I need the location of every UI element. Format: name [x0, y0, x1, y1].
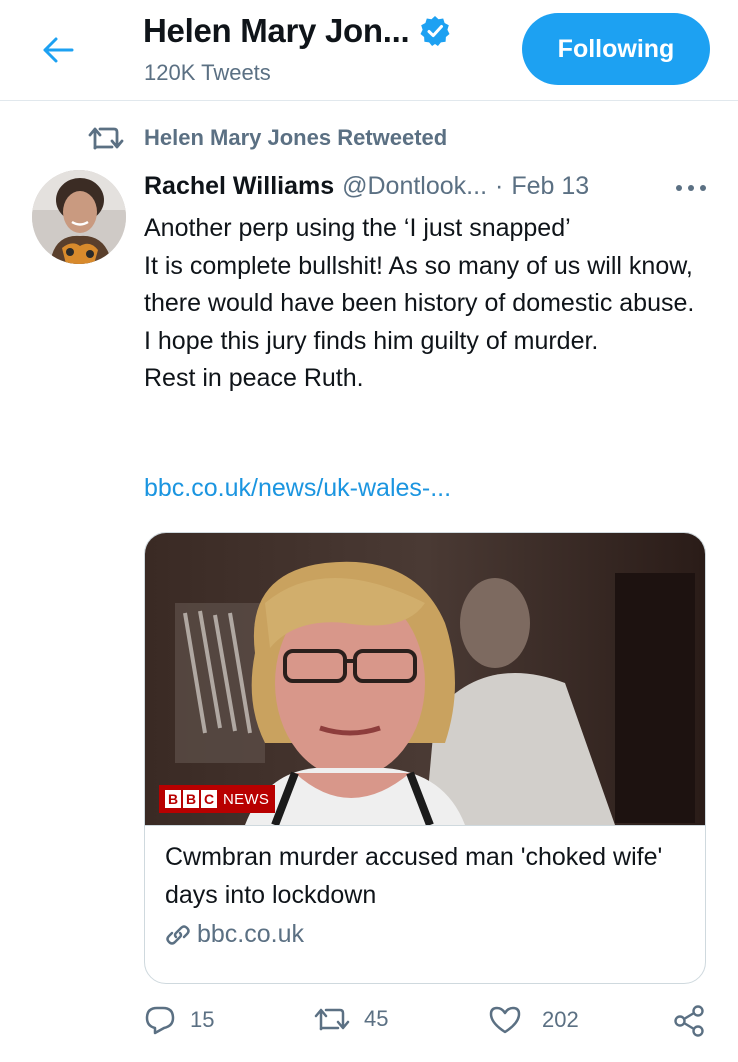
card-body: Cwmbran murder accused man 'choked wife'…: [145, 825, 705, 948]
profile-name: Helen Mary Jon...: [143, 12, 410, 49]
following-button[interactable]: Following: [522, 13, 710, 85]
card-image: B B C NEWS: [145, 533, 705, 825]
tweet-text-line: I hope this jury finds him guilty of mur…: [144, 326, 599, 355]
bbc-letter: C: [201, 790, 217, 808]
avatar[interactable]: [32, 170, 126, 264]
link-preview-card[interactable]: B B C NEWS Cwmbran murder accused man 'c…: [144, 532, 706, 984]
tweet-text: Another perp using the ‘I just snapped’ …: [144, 210, 724, 398]
tweet-count: 120K Tweets: [144, 60, 271, 85]
retweet-count: 45: [364, 1006, 389, 1031]
like-count: 202: [542, 1007, 579, 1032]
retweet-button[interactable]: 45: [314, 1004, 388, 1034]
author-name[interactable]: Rachel Williams: [144, 172, 334, 201]
more-horizontal-icon: [676, 185, 706, 191]
bbc-news-text: NEWS: [223, 790, 270, 808]
reply-button[interactable]: 15: [144, 1004, 214, 1036]
bbc-letter: B: [165, 790, 181, 808]
retweet-icon: [314, 1008, 350, 1031]
header-title-row: Helen Mary Jon...: [143, 12, 451, 50]
bbc-letter: B: [183, 790, 199, 808]
reply-count: 15: [190, 1007, 215, 1032]
card-domain: bbc.co.uk: [165, 920, 304, 949]
share-button[interactable]: [672, 1004, 706, 1038]
arrow-left-icon: [43, 37, 74, 63]
tweet-date[interactable]: Feb 13: [511, 172, 589, 201]
tweet-text-line: Rest in peace Ruth.: [144, 364, 364, 392]
back-button[interactable]: [38, 30, 78, 70]
author-handle[interactable]: @Dontlook...: [342, 172, 487, 201]
more-options-button[interactable]: [674, 176, 708, 200]
separator-dot: ·: [495, 172, 504, 200]
tweet-link[interactable]: bbc.co.uk/news/uk-wales-...: [144, 474, 451, 503]
avatar-photo: [32, 170, 126, 264]
card-domain-text: bbc.co.uk: [197, 920, 305, 948]
retweet-notice-text: Helen Mary Jones Retweeted: [144, 125, 448, 150]
profile-header: Helen Mary Jon... 120K Tweets Following: [0, 0, 738, 101]
retweet-icon: [88, 127, 124, 150]
like-button[interactable]: 202: [488, 1004, 579, 1036]
verified-badge-icon: [420, 16, 450, 46]
retweet-notice: Helen Mary Jones Retweeted: [88, 124, 447, 152]
bbc-news-badge: B B C NEWS: [159, 785, 276, 813]
share-icon: [674, 1005, 704, 1037]
heart-icon: [489, 1006, 521, 1034]
tweet-header: Rachel Williams @Dontlook... · Feb 13: [144, 172, 589, 201]
tweet-text-line: It is complete bullshit! As so many of u…: [144, 251, 695, 318]
card-photo: [145, 533, 705, 825]
reply-icon: [145, 1006, 175, 1035]
link-icon: [166, 924, 190, 945]
card-title: Cwmbran murder accused man 'choked wife'…: [165, 843, 663, 909]
tweet-text-line: Another perp using the ‘I just snapped’: [144, 214, 571, 242]
